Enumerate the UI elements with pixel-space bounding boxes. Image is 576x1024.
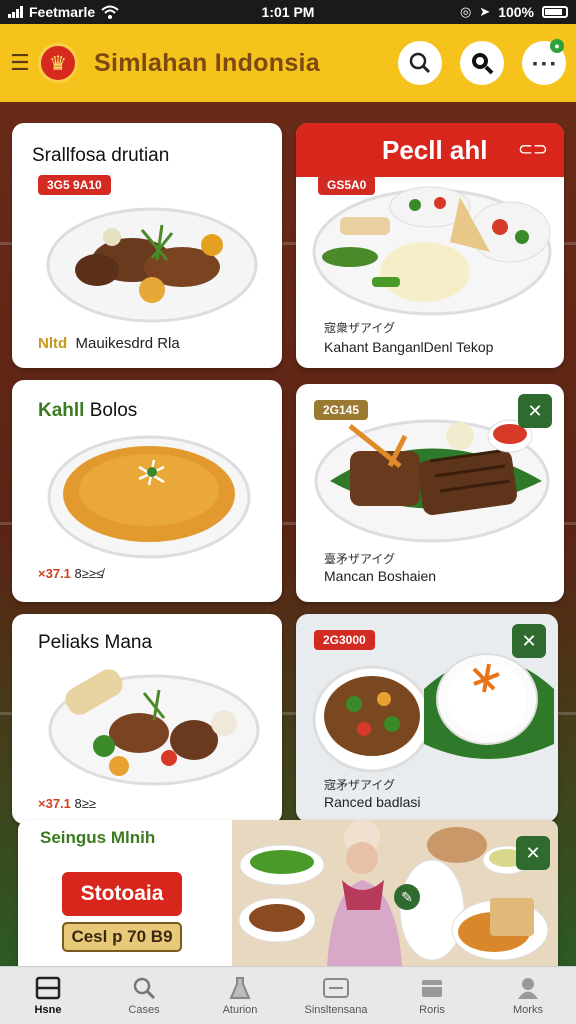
notification-badge: ● (550, 39, 564, 53)
nav-label: Sinsltensana (304, 1003, 368, 1016)
person-icon (518, 977, 538, 999)
dish-meta: Nltd Mauikesdrd Rla (38, 335, 180, 352)
dish-image (48, 669, 260, 786)
dish-subtitle: Kahant BanganlDenl Tekop (324, 339, 494, 355)
dish-image (312, 186, 552, 316)
nav-home[interactable]: Hsne (0, 967, 96, 1024)
featured-card[interactable]: 2G145 ✕ 臺矛ザアイグ Mancan Boshaien (296, 384, 564, 602)
profile-button[interactable]: ▪ ▪ ▪ ● (522, 39, 566, 85)
rating: ×37.1 (38, 566, 71, 581)
nav-label: Morks (513, 1003, 543, 1016)
dish-subtitle: 8≥≥≰ (74, 566, 104, 581)
signal-icon (8, 6, 23, 18)
link-icon[interactable]: ⊂⊃ (518, 139, 548, 160)
close-button[interactable]: ✕ (512, 624, 546, 658)
nav-morks[interactable]: Morks (480, 967, 576, 1024)
search-button[interactable] (398, 41, 442, 85)
pen-icon: ✎ (394, 884, 420, 910)
nav-label: Aturion (222, 1003, 258, 1016)
location-icon: ➤ (479, 4, 491, 19)
status-left: Feetmarle (8, 4, 119, 20)
nav-search[interactable]: Cases (96, 967, 192, 1024)
dish-title: Srallfosa drutian (32, 145, 170, 166)
nav-aturion[interactable]: Aturion (192, 967, 288, 1024)
bottom-nav: Hsne Cases Aturion Sinsltensana Roris Mo… (0, 966, 576, 1024)
card-icon (323, 977, 349, 998)
featured-card[interactable]: Pecll ahl ⊂⊃ GS5A0 宼衆ザアイグ Kahant Banganl… (296, 123, 564, 368)
search-filled-icon (472, 53, 494, 75)
nav-label: Cases (128, 1003, 160, 1016)
nav-sinsltensana[interactable]: Sinsltensana (288, 967, 384, 1024)
dish-image (47, 435, 251, 559)
promo-title: Seingus Mlnih (40, 828, 156, 847)
dish-card[interactable]: Peliaks Mana ×37.1 8≥≥ (12, 614, 282, 824)
dish-subtitle: Mauikesdrd Rla (75, 335, 180, 352)
search-icon (409, 52, 431, 74)
dish-card[interactable]: Srallfosa drutian 3G5 9A10 Nltd Mauikesd… (12, 123, 282, 368)
carrier-label: Feetmarle (29, 4, 96, 20)
flask-icon (229, 976, 251, 999)
chat-icon: ▪ ▪ ▪ (532, 55, 556, 71)
menu-icon[interactable]: ☰ (10, 50, 34, 76)
price-badge: 2G3000 (314, 630, 375, 650)
discover-button[interactable] (460, 41, 504, 85)
dish-image (46, 207, 258, 323)
featured-header: Pecll ahl ⊂⊃ (296, 123, 564, 177)
app-title: Simlahan Indonsia (94, 48, 320, 77)
nav-label: Hsne (34, 1003, 62, 1016)
battery-icon (542, 6, 568, 18)
app-header: ☰ ♛ Simlahan Indonsia ▪ ▪ ▪ ● (0, 24, 576, 102)
close-button[interactable]: ✕ (516, 836, 550, 870)
nav-label: Roris (419, 1003, 445, 1016)
dish-image (314, 419, 550, 543)
header-actions: ▪ ▪ ▪ ● (398, 39, 566, 85)
featured-card[interactable]: 2G3000 ✕ 宼矛ザアイグ Ranced badlasi (296, 614, 558, 822)
featured-title: Pecll ahl (382, 135, 488, 165)
box-icon (422, 979, 442, 997)
home-icon (35, 976, 61, 999)
dish-jp-label: 臺矛ザアイグ (324, 552, 396, 566)
dish-card[interactable]: Kahll Bolos ×37.1 8≥≥≰ (12, 380, 282, 602)
dish-meta: ×37.1 8≥≥ (38, 796, 96, 811)
price-button[interactable]: Cesl p 70 B9 (62, 922, 182, 952)
dish-title-rest: Bolos (89, 400, 138, 421)
price-badge: 2G145 (314, 400, 369, 420)
alarm-icon: ◎ (459, 4, 472, 19)
nav-roris[interactable]: Roris (384, 967, 480, 1024)
dish-tag: Nltd (38, 335, 68, 352)
price-badge: GS5A0 (318, 175, 376, 195)
status-right: ◎ ➤ 100% (460, 4, 568, 20)
app-logo: ♛ (38, 43, 78, 83)
wifi-icon (101, 5, 119, 19)
dish-title: Kahll Bolos (38, 400, 137, 422)
dish-jp-label: 宼衆ザアイグ (324, 321, 396, 335)
dish-jp-label: 宼矛ザアイグ (324, 778, 396, 792)
dish-meta: ×37.1 8≥≥≰ (38, 566, 103, 581)
search-icon (133, 977, 156, 999)
close-button[interactable]: ✕ (518, 394, 552, 428)
promo-card[interactable]: Seingus Mlnih Stotoaia Cesl p 70 B9 ✕ ✎ (18, 820, 558, 966)
dish-title-highlight: Kahll (38, 400, 85, 421)
order-button[interactable]: Stotoaia (62, 872, 182, 916)
dish-title: Peliaks Mana (38, 632, 153, 653)
battery-percent: 100% (498, 4, 534, 20)
rating: ×37.1 (38, 796, 71, 811)
dish-subtitle: Mancan Boshaien (324, 568, 437, 584)
dish-subtitle: Ranced badlasi (324, 794, 421, 810)
price-badge: 3G5 9A10 (38, 175, 111, 195)
dish-subtitle: 8≥≥ (74, 796, 97, 811)
status-bar: Feetmarle 1:01 PM ◎ ➤ 100% (0, 0, 576, 24)
